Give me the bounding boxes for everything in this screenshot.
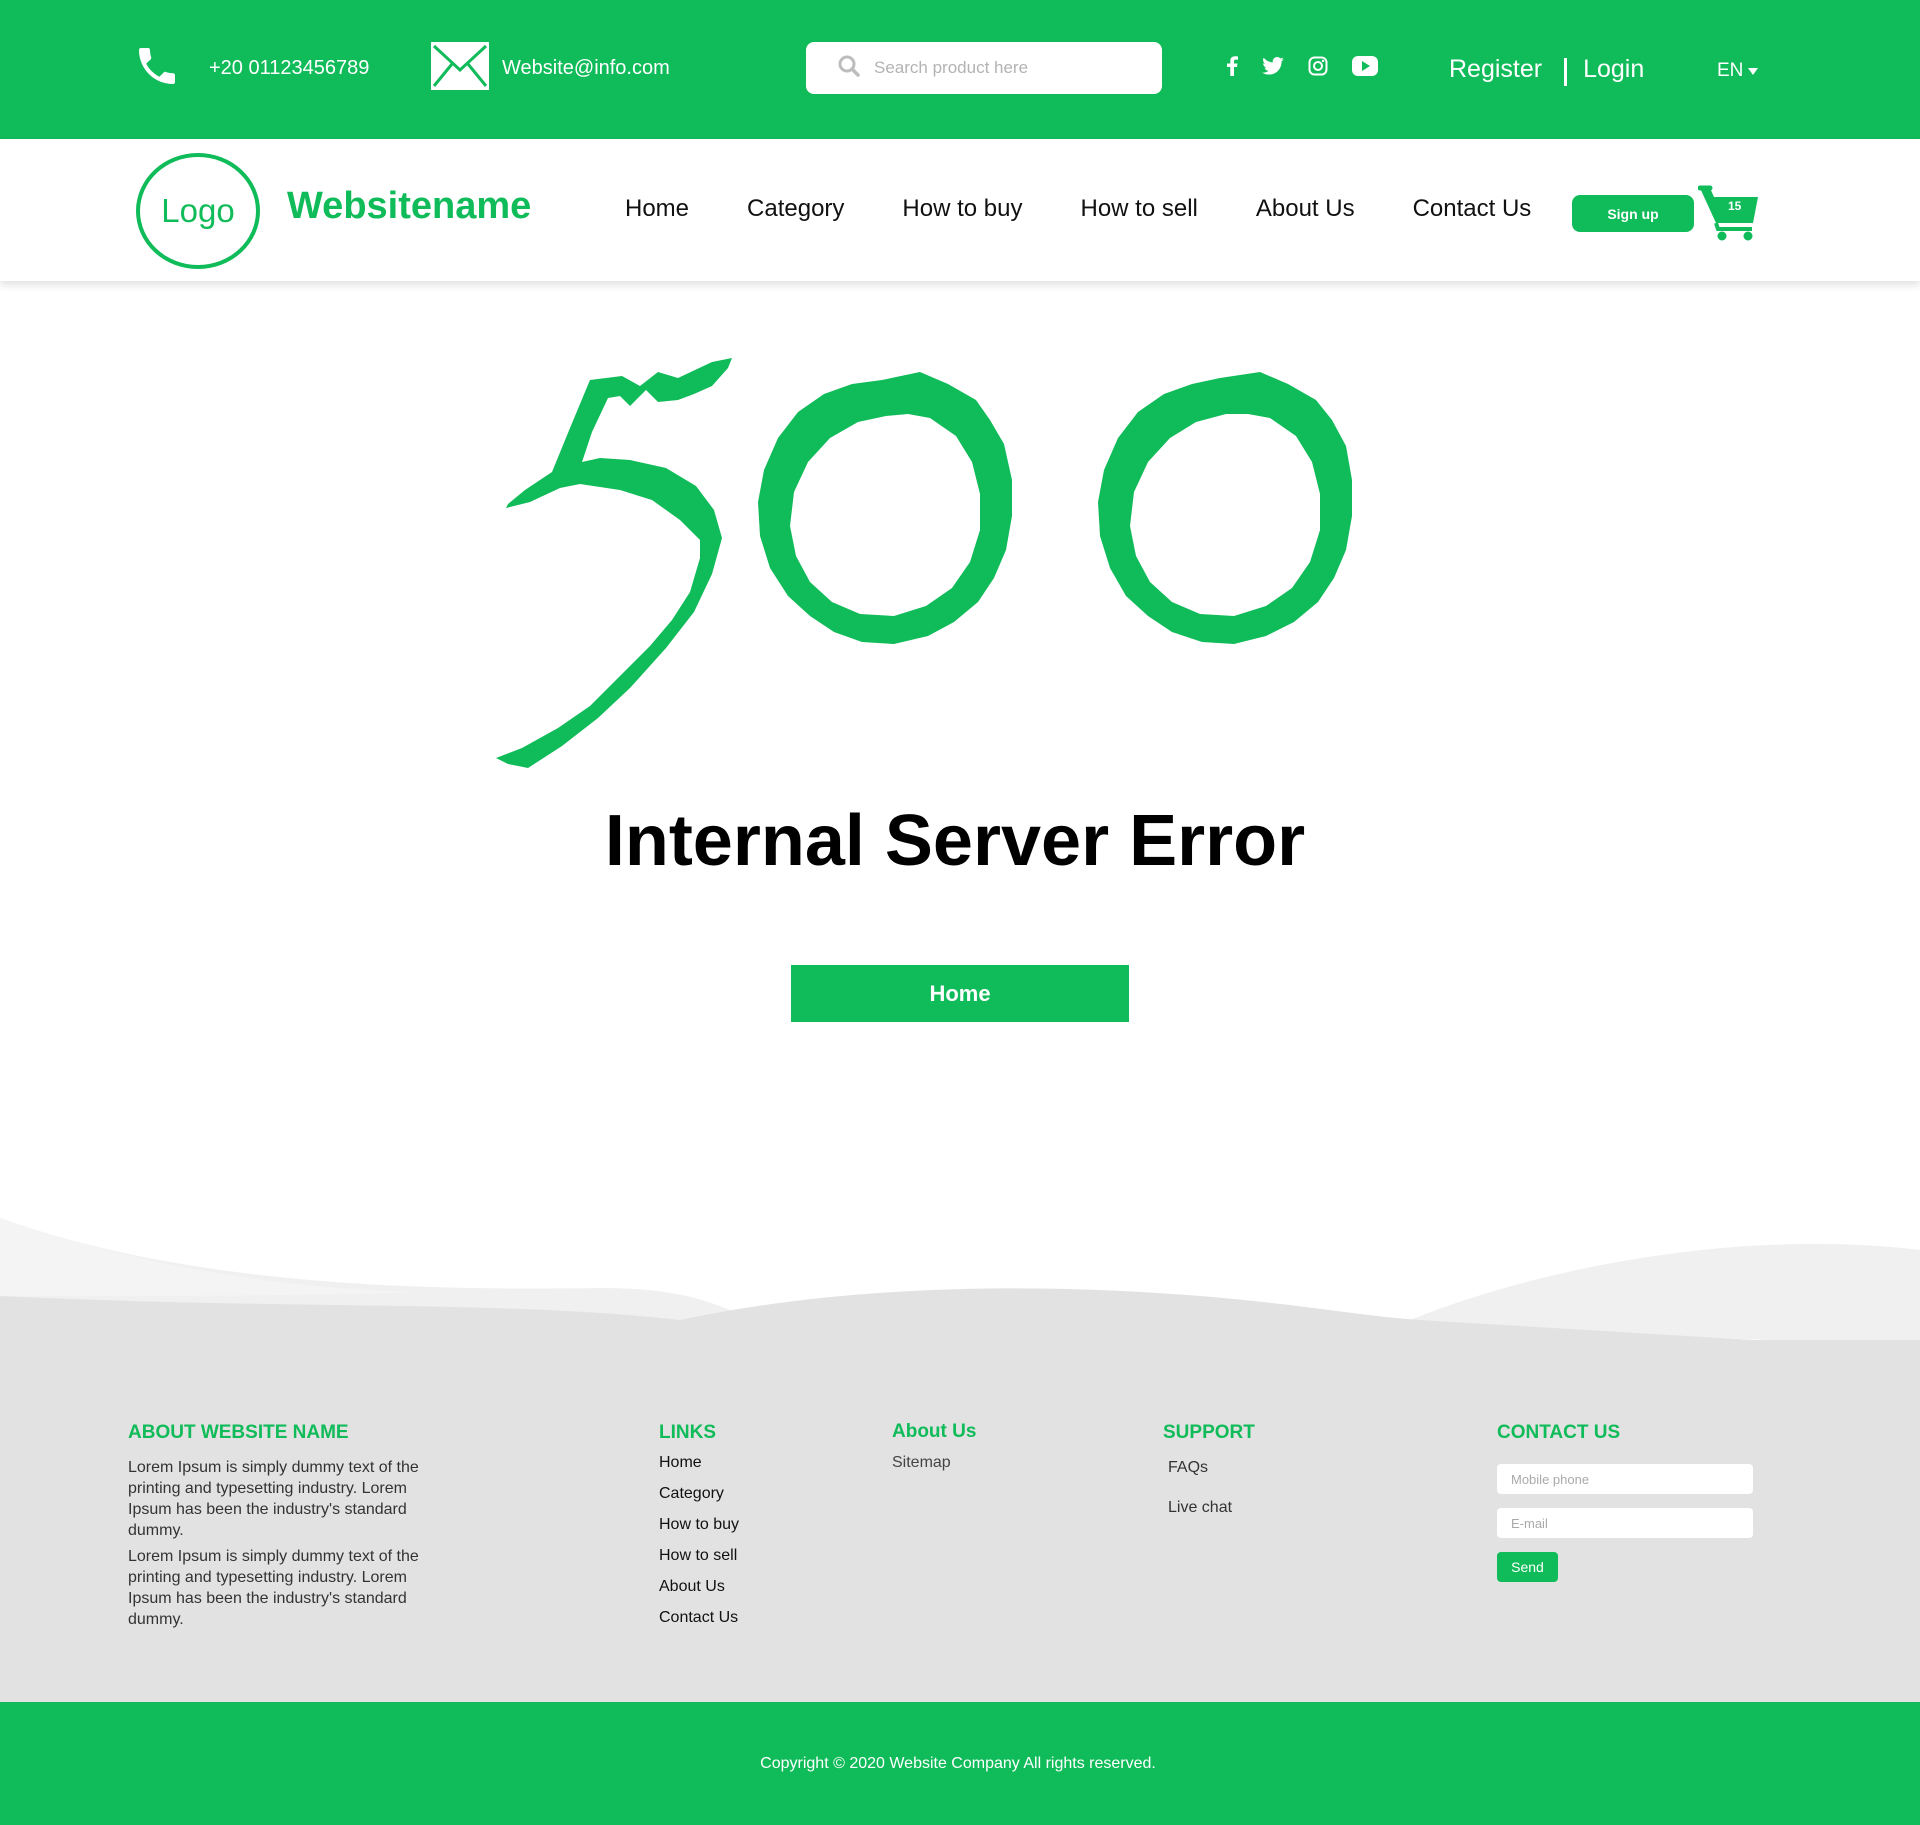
footer-link-faqs[interactable]: FAQs	[1168, 1459, 1232, 1478]
digit-five	[496, 358, 732, 768]
copyright-text: Copyright © 2020 Website Company All rig…	[760, 1754, 1156, 1772]
email-contact[interactable]: Website@info.com	[430, 40, 670, 97]
nav-home[interactable]: Home	[625, 195, 689, 223]
nav-about-us[interactable]: About Us	[1256, 195, 1355, 223]
home-button[interactable]: Home	[791, 965, 1129, 1022]
mobile-phone-input[interactable]	[1497, 1464, 1753, 1494]
footer-link-about-us[interactable]: About Us	[659, 1578, 739, 1597]
facebook-icon[interactable]	[1226, 56, 1238, 76]
email-address: Website@info.com	[502, 56, 670, 79]
nav-how-to-buy[interactable]: How to buy	[902, 195, 1022, 223]
footer-aboutus-heading: About Us	[892, 1421, 977, 1442]
login-link[interactable]: Login	[1583, 55, 1644, 84]
digit-zero-second	[1098, 372, 1352, 644]
logo[interactable]: Logo	[136, 153, 260, 269]
footer-links-heading: LINKS	[659, 1422, 716, 1443]
bottom-bar: Copyright © 2020 Website Company All rig…	[0, 1702, 1920, 1825]
top-bar: +20 01123456789 Website@info.com Registe…	[0, 0, 1920, 139]
twitter-icon[interactable]	[1262, 57, 1284, 75]
footer-link-contact-us[interactable]: Contact Us	[659, 1609, 739, 1628]
nav-contact-us[interactable]: Contact Us	[1413, 195, 1532, 223]
site-name[interactable]: Websitename	[287, 185, 531, 228]
envelope-icon	[430, 40, 490, 97]
main-header: Logo Websitename Home Category How to bu…	[0, 139, 1920, 281]
phone-number: +20 01123456789	[209, 56, 370, 79]
send-button[interactable]: Send	[1497, 1552, 1558, 1582]
footer-link-category[interactable]: Category	[659, 1485, 739, 1504]
footer-aboutus-list: Sitemap	[892, 1454, 951, 1485]
footer-link-sitemap[interactable]: Sitemap	[892, 1454, 951, 1473]
cart-count-badge: 15	[1728, 199, 1742, 213]
phone-contact[interactable]: +20 01123456789	[133, 42, 369, 94]
search-input[interactable]	[874, 58, 1154, 78]
auth-divider	[1564, 58, 1568, 86]
footer-link-how-to-sell[interactable]: How to sell	[659, 1547, 739, 1566]
footer-about-text-2: Lorem Ipsum is simply dummy text of the …	[128, 1548, 419, 1628]
nav-category[interactable]: Category	[747, 195, 844, 223]
phone-icon	[133, 40, 181, 97]
footer-link-how-to-buy[interactable]: How to buy	[659, 1516, 739, 1535]
main-nav: Home Category How to buy How to sell Abo…	[625, 195, 1531, 223]
search-box	[806, 42, 1162, 94]
footer-about-heading: ABOUT WEBSITE NAME	[128, 1422, 349, 1443]
logo-text: Logo	[161, 192, 235, 229]
signup-button[interactable]: Sign up	[1572, 195, 1694, 232]
error-title: Internal Server Error	[604, 801, 1306, 881]
instagram-icon[interactable]	[1308, 56, 1328, 76]
language-label: EN	[1717, 60, 1744, 81]
footer-contact-heading: CONTACT US	[1497, 1422, 1621, 1443]
youtube-icon[interactable]	[1352, 56, 1378, 76]
cart-button[interactable]: 15	[1697, 185, 1762, 241]
auth-links: Register Login	[1449, 52, 1644, 86]
search-icon[interactable]	[838, 55, 860, 82]
shopping-cart-icon	[1697, 185, 1762, 245]
footer-link-live-chat[interactable]: Live chat	[1168, 1499, 1232, 1518]
caret-down-icon	[1747, 60, 1759, 82]
social-links	[1226, 56, 1378, 76]
register-link[interactable]: Register	[1449, 55, 1542, 84]
footer-about-text-1: Lorem Ipsum is simply dummy text of the …	[128, 1459, 419, 1539]
nav-how-to-sell[interactable]: How to sell	[1080, 195, 1197, 223]
footer-link-home[interactable]: Home	[659, 1454, 739, 1473]
email-input[interactable]	[1497, 1508, 1753, 1538]
error-code-graphic: 500	[496, 358, 1352, 768]
footer-support-list: FAQs Live chat	[1168, 1459, 1232, 1530]
language-selector[interactable]: EN	[1717, 60, 1759, 82]
footer-links-list: Home Category How to buy How to sell Abo…	[659, 1454, 739, 1640]
footer-support-heading: SUPPORT	[1163, 1422, 1255, 1443]
digit-zero-first	[758, 372, 1012, 644]
